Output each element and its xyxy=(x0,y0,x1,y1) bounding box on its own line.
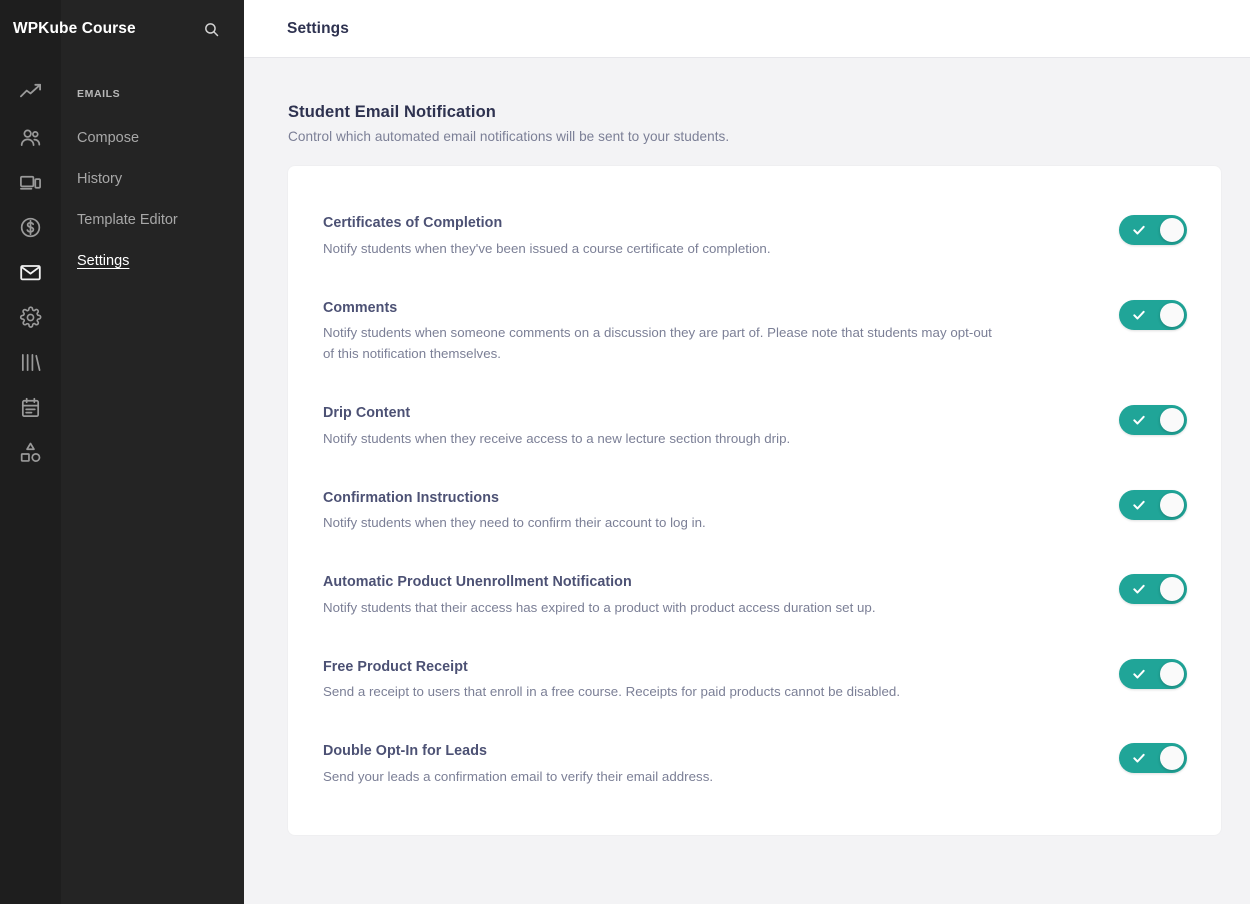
setting-description: Send your leads a confirmation email to … xyxy=(323,769,714,785)
setting-row: Free Product Receipt Send a receipt to us… xyxy=(323,658,1187,703)
rail-item-shapes[interactable] xyxy=(0,430,61,475)
calendar-icon xyxy=(19,396,42,419)
search-icon[interactable] xyxy=(200,18,222,40)
toggle-knob xyxy=(1160,746,1184,771)
sidebar-item-label: Compose xyxy=(77,130,140,146)
setting-toggle[interactable] xyxy=(1119,658,1187,689)
sidebar-item-label: Template Editor xyxy=(77,212,178,228)
sidebar-item-label: History xyxy=(77,171,123,187)
students-icon xyxy=(19,126,42,149)
rail-item-analytics[interactable] xyxy=(0,70,61,115)
setting-description: Notify students when someone comments on… xyxy=(323,325,992,362)
setting-toggle[interactable] xyxy=(1119,489,1187,520)
rail-item-devices[interactable] xyxy=(0,160,61,205)
toggle-knob xyxy=(1160,492,1184,517)
settings-gear-icon xyxy=(19,306,42,329)
check-icon xyxy=(1132,223,1146,237)
settings-card: Certificates of Completion Notify student… xyxy=(288,166,1221,836)
setting-row: Certificates of Completion Notify student… xyxy=(323,214,1187,259)
check-icon xyxy=(1132,413,1146,427)
check-icon xyxy=(1132,751,1146,765)
main-area: Settings Student Email Notification Cont… xyxy=(244,0,1250,904)
emails-icon xyxy=(19,261,42,284)
app-root: WPKube Course EMAILS Compose History Templ… xyxy=(0,0,1250,904)
secondary-sidebar: WPKube Course EMAILS Compose History Templ… xyxy=(13,0,244,904)
setting-toggle[interactable] xyxy=(1119,405,1187,436)
setting-description: Notify students when they've been issued… xyxy=(323,240,771,256)
sidebar-item-settings[interactable]: Settings xyxy=(61,241,244,282)
check-icon xyxy=(1132,498,1146,512)
setting-description: Send a receipt to users that enroll in a… xyxy=(323,684,901,700)
sidebar-item-template-editor[interactable]: Template Editor xyxy=(61,200,244,241)
check-icon xyxy=(1132,308,1146,322)
setting-description: Notify students when they receive access… xyxy=(323,430,791,446)
setting-toggle[interactable] xyxy=(1119,215,1187,245)
rail-item-list xyxy=(0,58,61,475)
rail-item-settings-gear[interactable] xyxy=(0,295,61,340)
toggle-knob xyxy=(1160,408,1184,433)
check-icon xyxy=(1132,667,1146,681)
setting-row: Double Opt-In for Leads Send your leads a… xyxy=(323,742,1187,787)
toggle-knob xyxy=(1160,218,1184,242)
setting-row: Confirmation Instructions Notify students… xyxy=(323,489,1187,534)
setting-text-block: Drip Content Notify students when they re… xyxy=(323,404,820,449)
setting-name: Certificates of Completion xyxy=(323,215,503,231)
setting-toggle[interactable] xyxy=(1119,299,1187,330)
rail-item-emails[interactable] xyxy=(0,250,61,295)
rail-item-revenue[interactable] xyxy=(0,205,61,250)
toggle-knob xyxy=(1160,661,1184,686)
rail-item-library[interactable] xyxy=(0,340,61,385)
setting-description: Notify students that their access has ex… xyxy=(323,599,876,615)
sidebar-item-compose[interactable]: Compose xyxy=(61,118,244,159)
rail-item-students[interactable] xyxy=(0,115,61,160)
check-icon xyxy=(1132,582,1146,596)
top-bar: Settings xyxy=(244,0,1250,58)
setting-text-block: Certificates of Completion Notify student… xyxy=(323,214,801,259)
sidebar-item-list: Compose History Template Editor Settings xyxy=(61,118,244,282)
setting-toggle[interactable] xyxy=(1119,743,1187,774)
toggle-knob xyxy=(1160,577,1184,602)
setting-row: Automatic Product Unenrollment Notificat… xyxy=(323,573,1187,618)
setting-description: Notify students when they need to confir… xyxy=(323,515,706,531)
sidebar-item-label: Settings xyxy=(77,253,130,269)
setting-text-block: Double Opt-In for Leads Send your leads a… xyxy=(323,742,743,787)
revenue-icon xyxy=(19,216,42,239)
setting-name: Double Opt-In for Leads xyxy=(323,743,487,760)
setting-row: Comments Notify students when someone com… xyxy=(323,299,1187,365)
setting-text-block: Free Product Receipt Send a receipt to us… xyxy=(323,658,930,703)
section-title: Student Email Notification xyxy=(288,103,496,121)
setting-text-block: Confirmation Instructions Notify students… xyxy=(323,489,736,534)
setting-name: Drip Content xyxy=(323,405,411,422)
toggle-knob xyxy=(1160,302,1184,327)
section-subtitle: Control which automated email notificati… xyxy=(288,129,730,144)
content-area: Student Email Notification Control which… xyxy=(244,58,1250,904)
setting-name: Automatic Product Unenrollment Notificat… xyxy=(323,574,632,591)
analytics-icon xyxy=(19,81,42,104)
setting-toggle[interactable] xyxy=(1119,574,1187,605)
library-icon xyxy=(19,351,42,374)
sidebar-item-history[interactable]: History xyxy=(61,159,244,200)
page-title: Settings xyxy=(287,19,349,37)
rail-item-calendar[interactable] xyxy=(0,385,61,430)
setting-name: Free Product Receipt xyxy=(323,658,468,675)
sidebar-nav: EMAILS Compose History Template Editor Sett… xyxy=(61,58,244,282)
setting-name: Confirmation Instructions xyxy=(323,489,499,506)
shapes-icon xyxy=(19,441,42,464)
setting-text-block: Comments Notify students when someone com… xyxy=(323,299,1023,365)
devices-icon xyxy=(19,171,42,194)
setting-text-block: Automatic Product Unenrollment Notificat… xyxy=(323,573,906,618)
sidebar-section-header: EMAILS xyxy=(77,88,121,100)
setting-row: Drip Content Notify students when they re… xyxy=(323,404,1187,449)
brand-bar: WPKube Course xyxy=(13,0,244,58)
primary-icon-rail xyxy=(0,0,61,904)
setting-name: Comments xyxy=(323,299,398,316)
brand-title: WPKube Course xyxy=(13,20,136,37)
